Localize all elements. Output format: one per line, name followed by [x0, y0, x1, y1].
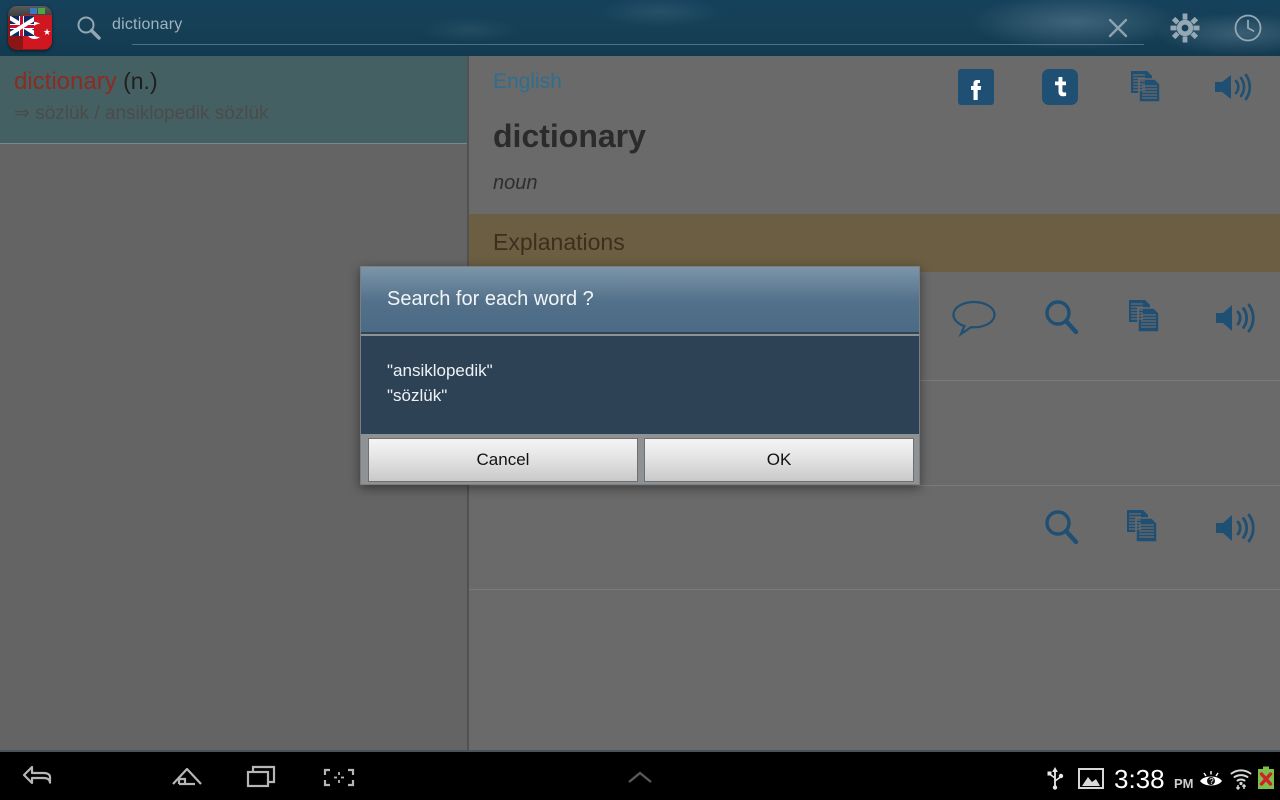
status-clock-ampm: PM — [1174, 776, 1194, 791]
svg-text:?: ? — [1209, 777, 1214, 786]
dialog-button-row: Cancel OK — [361, 434, 919, 484]
android-navigation-bar: 3:38 PM ? — [0, 750, 1280, 800]
battery-error-icon — [1258, 766, 1274, 789]
search-each-word-dialog: Search for each word ? "ansiklopedik" "s… — [360, 266, 920, 485]
back-icon[interactable] — [20, 763, 58, 791]
dialog-title-bar: Search for each word ? — [361, 267, 919, 334]
dialog-word-line: "ansiklopedik" — [387, 361, 493, 380]
usb-icon — [1047, 767, 1064, 790]
dialog-title: Search for each word ? — [387, 288, 594, 310]
recent-apps-icon[interactable] — [243, 763, 281, 791]
dialog-word-line: "sözlük" — [387, 386, 448, 405]
status-clock: 3:38 — [1114, 764, 1165, 794]
eye-icon: ? — [1200, 771, 1222, 786]
cancel-button[interactable]: Cancel — [368, 438, 638, 482]
chevron-up-icon[interactable] — [621, 768, 659, 788]
dialog-body: "ansiklopedik" "sözlük" — [361, 336, 919, 434]
image-icon — [1078, 768, 1104, 789]
screenshot-icon[interactable] — [320, 763, 358, 791]
ok-button[interactable]: OK — [644, 438, 914, 482]
home-icon[interactable] — [168, 763, 206, 791]
wifi-icon — [1230, 769, 1252, 790]
